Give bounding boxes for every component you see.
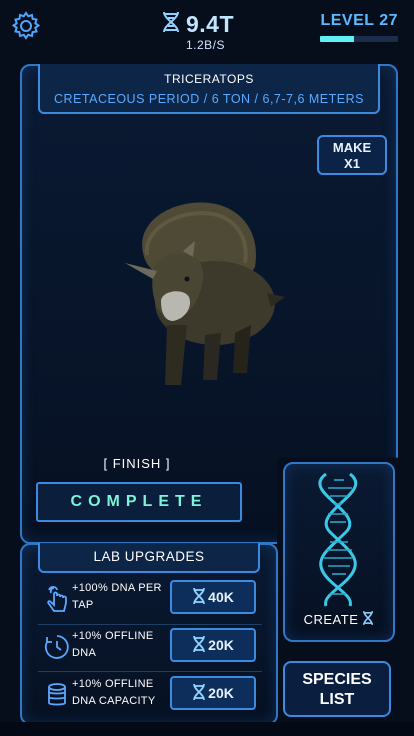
dna-icon (192, 683, 206, 704)
lab-upgrades-title: LAB UPGRADES (38, 543, 260, 573)
dna-icon (362, 610, 374, 629)
tap-hand-icon (42, 584, 72, 614)
create-label: CREATE (303, 612, 359, 627)
bottom-edge (0, 722, 414, 736)
upgrade-buy-button[interactable]: 20K (170, 676, 256, 710)
upgrade-line-2: DNA (72, 647, 97, 659)
create-label-row: CREATE (283, 610, 395, 629)
species-title-plate: TRICERATOPS CRETACEOUS PERIOD / 6 TON / … (38, 64, 380, 114)
dna-total-display: 9.4T 1.2B/S (160, 10, 260, 52)
species-list-line-1: SPECIES (302, 671, 372, 688)
level-label: LEVEL 27 (320, 12, 398, 29)
upgrade-row-offline-dna: +10% OFFLINE DNA 20K (38, 626, 262, 670)
dna-helix-icon[interactable] (300, 470, 376, 608)
dna-icon (160, 10, 182, 39)
upgrade-row-offline-capacity: +10% OFFLINE DNA CAPACITY 20K (38, 674, 262, 718)
divider (38, 624, 262, 625)
upgrade-cost: 20K (208, 685, 234, 701)
offline-clock-icon (42, 632, 72, 662)
species-info: CRETACEOUS PERIOD / 6 TON / 6,7-7,6 METE… (54, 92, 364, 106)
species-name: TRICERATOPS (164, 72, 254, 86)
upgrade-cost: 40K (208, 589, 234, 605)
upgrade-line-2: TAP (72, 599, 94, 611)
dna-rate-value: 1.2B/S (186, 38, 226, 52)
triceratops-model[interactable] (95, 175, 295, 395)
upgrade-line-1: +10% OFFLINE (72, 630, 154, 642)
make-multiplier-button[interactable]: MAKE X1 (317, 135, 387, 175)
complete-button[interactable]: COMPLETE (36, 482, 242, 522)
level-progress-fill (320, 36, 355, 42)
species-list-line-2: LIST (319, 691, 355, 708)
upgrade-description: +10% OFFLINE DNA (72, 628, 172, 662)
make-multiplier-value: X1 (344, 156, 360, 171)
species-list-button[interactable]: SPECIES LIST (283, 661, 391, 717)
dna-total-value: 9.4T (186, 11, 235, 37)
divider (38, 671, 262, 672)
upgrade-row-dna-per-tap: +100% DNA PER TAP 40K (38, 578, 262, 622)
level-progress-bar (320, 36, 398, 42)
upgrade-description: +10% OFFLINE DNA CAPACITY (72, 676, 172, 710)
dna-capacity-icon (42, 680, 72, 710)
upgrade-line-1: +100% DNA PER (72, 582, 162, 594)
upgrade-buy-button[interactable]: 40K (170, 580, 256, 614)
upgrade-buy-button[interactable]: 20K (170, 628, 256, 662)
dna-icon (192, 635, 206, 656)
upgrade-line-2: DNA CAPACITY (72, 695, 156, 707)
settings-gear-icon[interactable] (10, 10, 42, 42)
upgrade-line-1: +10% OFFLINE (72, 678, 154, 690)
creation-status: [ FINISH ] (103, 456, 171, 471)
upgrade-description: +100% DNA PER TAP (72, 580, 172, 614)
dna-icon (192, 587, 206, 608)
upgrade-cost: 20K (208, 637, 234, 653)
make-label: MAKE (332, 140, 372, 155)
